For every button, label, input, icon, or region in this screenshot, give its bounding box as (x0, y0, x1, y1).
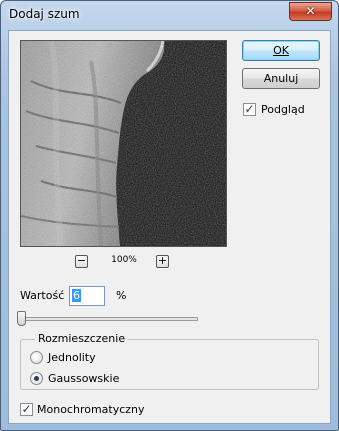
amount-label: Wartość (20, 289, 65, 302)
dialog-window: Dodaj szum ✕ − 100% + OK Anuluj ✓ Podglą… (0, 0, 339, 431)
radio-gaussian[interactable] (30, 372, 43, 385)
noise-preview-image[interactable] (20, 40, 227, 247)
preview-image (21, 41, 226, 246)
minus-icon: − (76, 254, 87, 267)
cancel-button-label: Anuluj (263, 72, 299, 85)
preview-checkbox[interactable]: ✓ (243, 103, 256, 116)
monochromatic-checkbox-label[interactable]: Monochromatyczny (37, 403, 145, 416)
window-title: Dodaj szum (9, 7, 80, 21)
monochromatic-checkbox[interactable]: ✓ (20, 403, 33, 416)
dialog-body: − 100% + OK Anuluj ✓ Podgląd Wartość 6 %… (8, 30, 331, 424)
title-bar[interactable]: Dodaj szum ✕ (1, 1, 338, 31)
checkmark-icon: ✓ (21, 402, 32, 416)
ok-button-label: OK (273, 44, 289, 57)
radio-uniform[interactable] (30, 351, 43, 364)
amount-slider-thumb[interactable] (17, 311, 27, 326)
amount-input[interactable]: 6 (69, 286, 105, 306)
ok-button[interactable]: OK (242, 40, 320, 61)
zoom-level: 100% (111, 255, 137, 265)
radio-uniform-label[interactable]: Jednolity (48, 351, 96, 364)
close-button[interactable]: ✕ (289, 2, 332, 21)
close-icon: ✕ (305, 4, 316, 18)
checkmark-icon: ✓ (244, 102, 255, 116)
radio-gaussian-label[interactable]: Gaussowskie (48, 372, 119, 385)
distribution-legend: Rozmieszczenie (35, 332, 129, 345)
amount-input-value: 6 (72, 289, 81, 302)
zoom-out-button[interactable]: − (75, 255, 88, 268)
amount-slider-track[interactable] (22, 317, 198, 321)
plus-icon: + (157, 254, 168, 267)
cancel-button[interactable]: Anuluj (242, 68, 320, 89)
preview-checkbox-label[interactable]: Podgląd (261, 103, 305, 116)
amount-unit: % (116, 289, 127, 302)
zoom-in-button[interactable]: + (156, 255, 169, 268)
